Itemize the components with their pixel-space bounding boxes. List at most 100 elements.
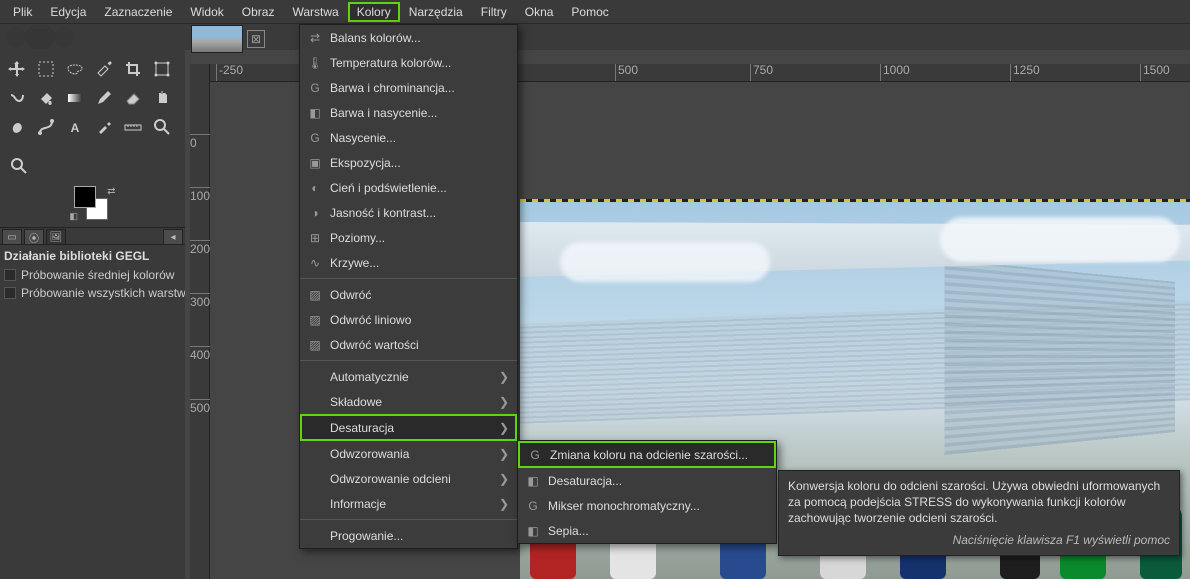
swap-colors-icon[interactable]: ⇄ [107,186,115,197]
menu-ekspozycja[interactable]: ▣Ekspozycja... [300,150,517,175]
image-tab-close-icon[interactable]: ⊠ [247,30,265,48]
menu-item-label: Sepia... [548,524,589,538]
dock-option-1[interactable]: Próbowanie średniej kolorów [0,266,185,284]
menu-kolory[interactable]: Kolory [348,2,400,22]
chevron-right-icon: ❯ [499,472,509,486]
levels-icon: ⊞ [307,231,323,245]
menu-okna[interactable]: Okna [516,2,563,22]
menu-odwzorowania[interactable]: Odwzorowania ❯ [300,441,517,466]
menu-narzedzia[interactable]: Narzędzia [400,2,472,22]
tool-transform[interactable] [147,54,176,83]
menu-edycja[interactable]: Edycja [41,2,95,22]
dock-tab-device-icon[interactable]: ⦿ [24,229,44,245]
ruler-tick: 750 [750,64,773,82]
menu-progowanie[interactable]: Progowanie... [300,523,517,548]
dock-option-1-label: Próbowanie średniej kolorów [21,268,174,282]
menu-filtry[interactable]: Filtry [472,2,516,22]
tool-fuzzy-select[interactable] [89,54,118,83]
menu-obraz[interactable]: Obraz [233,2,284,22]
submenu-sepia[interactable]: ◧Sepia... [518,518,776,543]
menu-odwroc-liniowo[interactable]: ▨Odwróć liniowo [300,307,517,332]
tool-gradient[interactable] [60,83,89,112]
menu-zaznaczenie[interactable]: Zaznaczenie [95,2,181,22]
submenu-desaturacja[interactable]: ◧Desaturacja... [518,468,776,493]
dock-tab-image-icon[interactable]: 🖼 [46,229,66,245]
tool-bucket[interactable] [31,83,60,112]
menu-item-label: Cień i podświetlenie... [330,181,447,195]
menu-item-label: Odwzorowania [330,447,409,461]
dock-header: ▭ ⦿ 🖼 ◂ [0,227,185,245]
menu-separator [300,278,517,279]
dock-option-2[interactable]: Próbowanie wszystkich warstw [0,284,185,302]
menu-separator [300,519,517,520]
checkbox-icon[interactable] [4,269,16,281]
contrast-icon: ◑ [307,206,323,220]
menu-balans-kolorow[interactable]: ⇄Balans kolorów... [300,25,517,50]
tool-clone[interactable] [147,83,176,112]
tool-zoom-2[interactable] [4,151,33,180]
tool-free-select[interactable] [60,54,89,83]
image-tab-thumb[interactable] [191,25,243,53]
tool-text[interactable]: A [60,112,89,141]
menu-item-label: Nasycenie... [330,131,396,145]
menu-warstwa[interactable]: Warstwa [283,2,347,22]
image-tabs: ⊠ [185,24,271,54]
tool-measure[interactable] [118,112,147,141]
menu-pomoc[interactable]: Pomoc [562,2,617,22]
menu-item-label: Krzywe... [330,256,379,270]
tooltip-text: Konwersja koloru do odcieni szarości. Uż… [788,478,1170,527]
chevron-right-icon: ❯ [499,447,509,461]
menu-item-label: Mikser monochromatyczny... [548,499,700,513]
menu-plik[interactable]: Plik [4,2,41,22]
curves-icon: ∿ [307,256,323,270]
menu-odwroc-wartosci[interactable]: ▨Odwróć wartości [300,332,517,357]
menu-item-label: Desaturacja... [548,474,622,488]
tool-warp[interactable] [2,83,31,112]
menu-item-label: Odwróć wartości [330,338,419,352]
submenu-mikser[interactable]: GMikser monochromatyczny... [518,493,776,518]
tool-smudge[interactable] [2,112,31,141]
dock-tab-menu-icon[interactable]: ◂ [163,229,183,245]
menu-widok[interactable]: Widok [181,2,232,22]
ruler-tick: 0 [190,134,210,150]
menu-odwzorowanie-odcieni[interactable]: Odwzorowanie odcieni❯ [300,466,517,491]
submenu-zmiana-koloru[interactable]: GZmiana koloru na odcienie szarości... [518,441,776,468]
default-colors-icon[interactable]: ◧ [70,211,79,222]
dock-tab-options-icon[interactable]: ▭ [2,229,22,245]
tool-path[interactable] [31,112,60,141]
menu-separator [300,360,517,361]
chevron-right-icon: ❯ [499,370,509,384]
menu-item-label: Odwróć liniowo [330,313,411,327]
menubar: Plik Edycja Zaznaczenie Widok Obraz Wars… [0,0,1190,24]
menu-odwroc[interactable]: ▨Odwróć [300,282,517,307]
menu-skladowe[interactable]: Składowe❯ [300,389,517,414]
tool-color-picker[interactable] [89,112,118,141]
ruler-tick: 500 [615,64,638,82]
menu-desaturacja[interactable]: Desaturacja❯ [300,414,517,441]
gegl-icon: G [307,131,323,145]
tool-zoom[interactable] [147,112,176,141]
shadow-icon: ◐ [307,181,323,195]
menu-barwa-chrominancja[interactable]: GBarwa i chrominancja... [300,75,517,100]
menu-krzywe[interactable]: ∿ Krzywe... [300,250,517,275]
menu-jasnosc-kontrast[interactable]: ◑Jasność i kontrast... [300,200,517,225]
tool-move[interactable] [2,54,31,83]
colors-menu-dropdown: ⇄Balans kolorów... 🌡Temperatura kolorów.… [299,24,518,549]
menu-nasycenie[interactable]: G Nasycenie... [300,125,517,150]
tool-eraser[interactable] [118,83,147,112]
tool-pencil[interactable] [89,83,118,112]
menu-cien-podswietlenie[interactable]: ◐ Cień i podświetlenie... [300,175,517,200]
fg-color[interactable] [74,186,96,208]
menu-temperatura[interactable]: 🌡Temperatura kolorów... [300,50,517,75]
ruler-tick: 100 [190,187,210,203]
menu-automatycznie[interactable]: Automatycznie❯ [300,364,517,389]
menu-informacje[interactable]: Informacje❯ [300,491,517,516]
ruler-vertical: 0 100 200 300 400 500 [190,64,210,579]
tool-rect-select[interactable] [31,54,60,83]
menu-poziomy[interactable]: ⊞Poziomy... [300,225,517,250]
menu-barwa-nasycenie[interactable]: ◧Barwa i nasycenie... [300,100,517,125]
ruler-tick: 300 [190,293,210,309]
tool-crop[interactable] [118,54,147,83]
checkbox-icon[interactable] [4,287,16,299]
color-swatch[interactable]: ⇄ ◧ [70,186,116,222]
